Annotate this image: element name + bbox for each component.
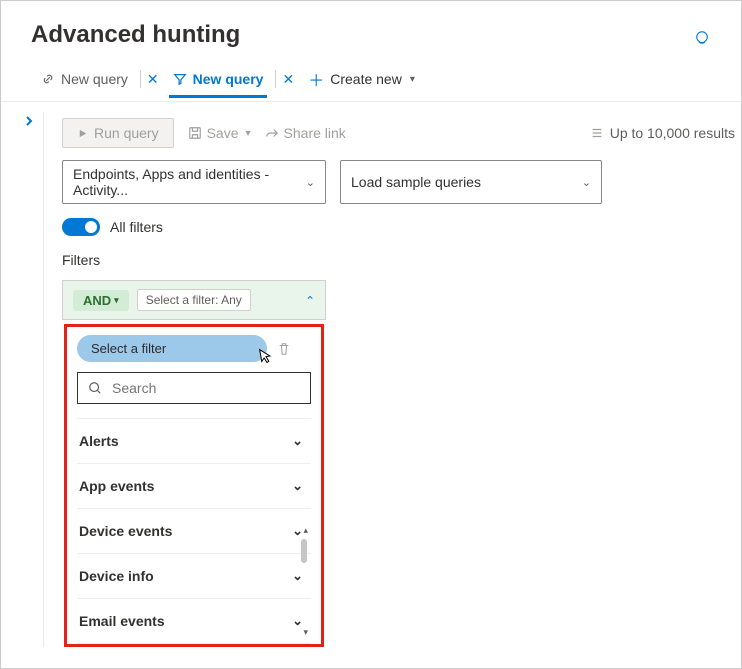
chevron-down-icon: ⌄ bbox=[292, 568, 303, 584]
save-button[interactable]: Save ▾ bbox=[188, 125, 251, 141]
share-link-button[interactable]: Share link bbox=[265, 125, 346, 141]
filter-category-alerts[interactable]: Alerts ⌄ bbox=[77, 419, 311, 464]
plus-icon: ＋ bbox=[308, 67, 324, 91]
category-label: App events bbox=[79, 478, 154, 494]
select-filter-pill[interactable]: Select a filter bbox=[77, 335, 267, 362]
chevron-down-icon: ⌄ bbox=[292, 613, 303, 629]
filter-search-input[interactable] bbox=[110, 379, 300, 397]
category-label: Email events bbox=[79, 613, 165, 629]
play-icon bbox=[77, 128, 88, 139]
save-icon bbox=[188, 126, 202, 140]
tab-new-query-1[interactable]: New query bbox=[31, 61, 138, 97]
chevron-down-icon: ▾ bbox=[114, 295, 119, 306]
tab-new-query-2[interactable]: New query bbox=[163, 61, 274, 97]
search-icon bbox=[88, 381, 102, 395]
create-new-label: Create new bbox=[330, 71, 402, 87]
filter-condition-block: AND ▾ Select a filter: Any ⌄ bbox=[62, 280, 326, 320]
all-filters-toggle[interactable] bbox=[62, 218, 100, 236]
and-label: AND bbox=[83, 293, 111, 308]
chevron-down-icon: ⌄ bbox=[306, 176, 315, 189]
scroll-down-icon[interactable]: ▾ bbox=[303, 627, 308, 638]
toggle-label: All filters bbox=[110, 219, 163, 235]
chevron-down-icon: ⌄ bbox=[292, 433, 303, 449]
share-icon bbox=[265, 126, 279, 140]
tab-label: New query bbox=[193, 71, 264, 87]
scroll-up-icon[interactable]: ▴ bbox=[303, 525, 308, 536]
results-text: Up to 10,000 results bbox=[610, 125, 735, 141]
link-icon bbox=[41, 72, 55, 86]
chevron-down-icon: ▾ bbox=[410, 74, 415, 85]
share-label: Share link bbox=[284, 125, 346, 141]
query-tabs: New query ✕ New query ✕ ＋ Create new ▾ bbox=[1, 57, 741, 102]
chevron-down-icon: ⌄ bbox=[292, 478, 303, 494]
filter-category-list[interactable]: Alerts ⌄ App events ⌄ Device events ⌄ De… bbox=[77, 418, 311, 644]
page-title: Advanced hunting bbox=[31, 21, 240, 49]
filter-category-device-info[interactable]: Device info ⌄ bbox=[77, 554, 311, 599]
filter-icon bbox=[173, 72, 187, 86]
chevron-down-icon: ⌄ bbox=[292, 523, 303, 539]
filter-category-app-events[interactable]: App events ⌄ bbox=[77, 464, 311, 509]
cursor-icon bbox=[253, 346, 274, 369]
save-label: Save bbox=[207, 125, 239, 141]
tab-separator bbox=[140, 70, 141, 88]
filter-picker-panel: Select a filter Alerts ⌄ bbox=[64, 324, 324, 647]
collapse-block-icon[interactable]: ⌄ bbox=[305, 293, 315, 307]
delete-filter-icon[interactable] bbox=[277, 342, 291, 356]
data-source-dropdown[interactable]: Endpoints, Apps and identities - Activit… bbox=[62, 160, 326, 204]
filter-tooltip: Select a filter: Any bbox=[137, 289, 251, 311]
category-label: Device info bbox=[79, 568, 154, 584]
create-new-tab[interactable]: ＋ Create new ▾ bbox=[298, 57, 425, 101]
chevron-down-icon: ▾ bbox=[246, 128, 251, 139]
filter-category-email-events[interactable]: Email events ⌄ bbox=[77, 599, 311, 644]
tab-separator bbox=[275, 70, 276, 88]
category-label: Device events bbox=[79, 523, 172, 539]
run-label: Run query bbox=[94, 125, 159, 141]
filter-category-device-events[interactable]: Device events ⌄ bbox=[77, 509, 311, 554]
sample-queries-dropdown[interactable]: Load sample queries ⌄ bbox=[340, 160, 602, 204]
query-toolbar: Run query Save ▾ Share link Up to 10,00 bbox=[62, 114, 741, 160]
run-query-button[interactable]: Run query bbox=[62, 118, 174, 148]
chevron-down-icon: ⌄ bbox=[582, 176, 591, 189]
select-filter-label: Select a filter bbox=[91, 341, 166, 356]
expand-sidebar-icon[interactable] bbox=[23, 115, 35, 127]
sample-label: Load sample queries bbox=[351, 174, 481, 190]
tab-label: New query bbox=[61, 71, 128, 87]
list-icon bbox=[590, 126, 604, 140]
source-label: Endpoints, Apps and identities - Activit… bbox=[73, 166, 306, 198]
close-tab-2-icon[interactable]: ✕ bbox=[278, 71, 298, 88]
close-tab-1-icon[interactable]: ✕ bbox=[143, 71, 163, 88]
filters-heading: Filters bbox=[62, 252, 741, 268]
filter-search-box[interactable] bbox=[77, 372, 311, 404]
and-operator-pill[interactable]: AND ▾ bbox=[73, 290, 129, 311]
scrollbar-thumb[interactable] bbox=[301, 539, 307, 563]
category-label: Alerts bbox=[79, 433, 119, 449]
help-icon[interactable] bbox=[693, 26, 711, 44]
results-limit-note: Up to 10,000 results bbox=[590, 125, 741, 141]
